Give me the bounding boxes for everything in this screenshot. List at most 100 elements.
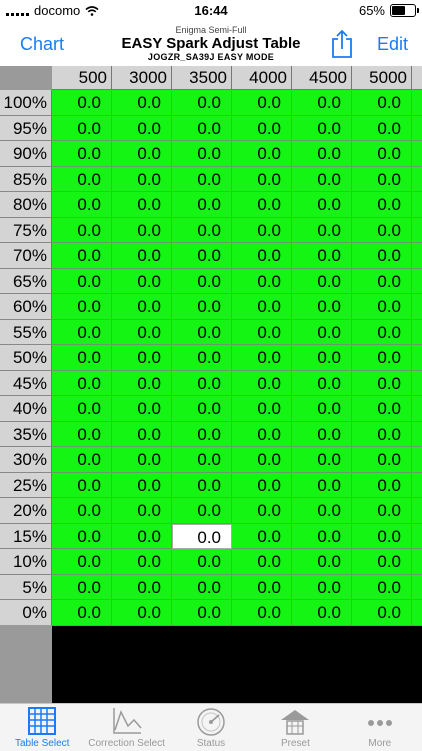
table-cell[interactable]: 0.0: [412, 166, 422, 192]
table-cell[interactable]: 0.0: [52, 472, 112, 498]
table-cell[interactable]: 0.0: [52, 243, 112, 269]
table-cell[interactable]: 0.0: [292, 243, 352, 269]
table-cell[interactable]: 0.0: [412, 141, 422, 167]
table-cell[interactable]: 0.0: [412, 574, 422, 600]
table-cell[interactable]: 0.0: [232, 549, 292, 575]
table-cell[interactable]: 0.0: [352, 243, 412, 269]
table-cell[interactable]: 0.0: [352, 217, 412, 243]
table-cell[interactable]: 0.0: [52, 447, 112, 473]
table-cell[interactable]: 0.0: [412, 243, 422, 269]
table-cell[interactable]: 0.0: [292, 523, 352, 549]
tab-preset[interactable]: Preset: [253, 704, 337, 751]
table-cell[interactable]: 0.0: [412, 319, 422, 345]
table-cell[interactable]: 0.0: [232, 370, 292, 396]
table-cell[interactable]: 0.0: [112, 192, 172, 218]
table-cell[interactable]: 0.0: [232, 319, 292, 345]
table-cell[interactable]: 0.0: [292, 345, 352, 371]
table-cell[interactable]: 0.0: [172, 447, 232, 473]
table-cell[interactable]: 0.0: [292, 421, 352, 447]
table-cell[interactable]: 0.0: [412, 90, 422, 116]
table-cell[interactable]: 0.0: [172, 498, 232, 524]
table-cell[interactable]: 0.0: [112, 319, 172, 345]
table-cell[interactable]: 0.0: [112, 90, 172, 116]
table-cell[interactable]: 0.0: [112, 498, 172, 524]
table-cell[interactable]: 0.0: [292, 268, 352, 294]
table-cell[interactable]: 0.0: [412, 498, 422, 524]
table-cell[interactable]: 0.0: [52, 421, 112, 447]
table-cell[interactable]: 0.0: [292, 472, 352, 498]
table-cell[interactable]: 0.0: [292, 166, 352, 192]
table-cell[interactable]: 0.0: [412, 549, 422, 575]
table-cell[interactable]: 0.0: [52, 90, 112, 116]
table-cell[interactable]: 0.0: [172, 192, 232, 218]
table-cell[interactable]: 0.0: [172, 166, 232, 192]
table-cell[interactable]: 0.0: [292, 294, 352, 320]
table-cell[interactable]: 0.0: [172, 90, 232, 116]
table-cell[interactable]: 0.0: [352, 141, 412, 167]
table-cell[interactable]: 0.0: [172, 472, 232, 498]
table-cell[interactable]: 0.0: [412, 268, 422, 294]
table-cell[interactable]: 0.0: [412, 396, 422, 422]
table-cell[interactable]: 0.0: [412, 421, 422, 447]
table-cell[interactable]: 0.0: [352, 447, 412, 473]
table-cell[interactable]: 0.0: [172, 396, 232, 422]
table-cell[interactable]: 0.0: [172, 600, 232, 626]
table-cell[interactable]: 0.0: [352, 472, 412, 498]
table-cell[interactable]: 0.0: [172, 574, 232, 600]
table-cell[interactable]: 0.0: [352, 549, 412, 575]
table-cell[interactable]: 0.0: [352, 600, 412, 626]
share-icon[interactable]: [330, 28, 354, 60]
table-cell[interactable]: 0.0: [52, 498, 112, 524]
table-cell[interactable]: 0.0: [352, 498, 412, 524]
table-cell[interactable]: 0.0: [292, 141, 352, 167]
table-cell[interactable]: 0.0: [112, 523, 172, 549]
table-cell[interactable]: 0.0: [172, 549, 232, 575]
table-cell[interactable]: 0.0: [292, 319, 352, 345]
table-cell[interactable]: 0.0: [52, 141, 112, 167]
table-cell[interactable]: 0.0: [232, 421, 292, 447]
table-cell[interactable]: 0.0: [292, 90, 352, 116]
table-cell[interactable]: 0.0: [172, 115, 232, 141]
table-cell[interactable]: 0.0: [52, 294, 112, 320]
table-cell[interactable]: 0.0: [352, 319, 412, 345]
table-cell[interactable]: 0.0: [112, 115, 172, 141]
table-cell[interactable]: 0.0: [112, 549, 172, 575]
table-cell[interactable]: 0.0: [412, 217, 422, 243]
table-cell[interactable]: 0.0: [412, 472, 422, 498]
table-cell[interactable]: 0.0: [232, 192, 292, 218]
table-cell[interactable]: 0.0: [412, 523, 422, 549]
table-cell[interactable]: 0.0: [352, 523, 412, 549]
table-cell[interactable]: 0.0: [52, 319, 112, 345]
table-cell[interactable]: 0.0: [412, 447, 422, 473]
tab-status[interactable]: Status: [169, 704, 253, 751]
table-cell[interactable]: 0.0: [112, 396, 172, 422]
table-cell[interactable]: 0.0: [352, 421, 412, 447]
tab-table-select[interactable]: Table Select: [0, 704, 84, 751]
table-cell[interactable]: 0.0: [292, 574, 352, 600]
table-cell[interactable]: 0.0: [232, 345, 292, 371]
table-cell[interactable]: 0.0: [172, 345, 232, 371]
table-cell[interactable]: 0.0: [292, 447, 352, 473]
table-cell[interactable]: 0.0: [112, 243, 172, 269]
table-cell[interactable]: 0.0: [112, 294, 172, 320]
table-cell[interactable]: 0.0: [112, 421, 172, 447]
table-cell[interactable]: 0.0: [352, 345, 412, 371]
table-cell[interactable]: 0.0: [112, 345, 172, 371]
table-cell[interactable]: 0.0: [352, 115, 412, 141]
table-cell[interactable]: 0.0: [352, 574, 412, 600]
table-cell[interactable]: 0.0: [232, 447, 292, 473]
table-cell[interactable]: 0.0: [172, 421, 232, 447]
table-cell[interactable]: 0.0: [232, 217, 292, 243]
table-cell[interactable]: 0.0: [232, 396, 292, 422]
table-cell[interactable]: 0.0: [52, 396, 112, 422]
table-cell[interactable]: 0.0: [232, 141, 292, 167]
selected-table-cell[interactable]: 0.0: [172, 523, 232, 549]
table-cell[interactable]: 0.0: [352, 90, 412, 116]
table-cell[interactable]: 0.0: [52, 370, 112, 396]
table-cell[interactable]: 0.0: [52, 523, 112, 549]
table-cell[interactable]: 0.0: [292, 370, 352, 396]
table-cell[interactable]: 0.0: [232, 600, 292, 626]
table-cell[interactable]: 0.0: [232, 574, 292, 600]
table-cell[interactable]: 0.0: [232, 472, 292, 498]
table-cell[interactable]: 0.0: [292, 396, 352, 422]
